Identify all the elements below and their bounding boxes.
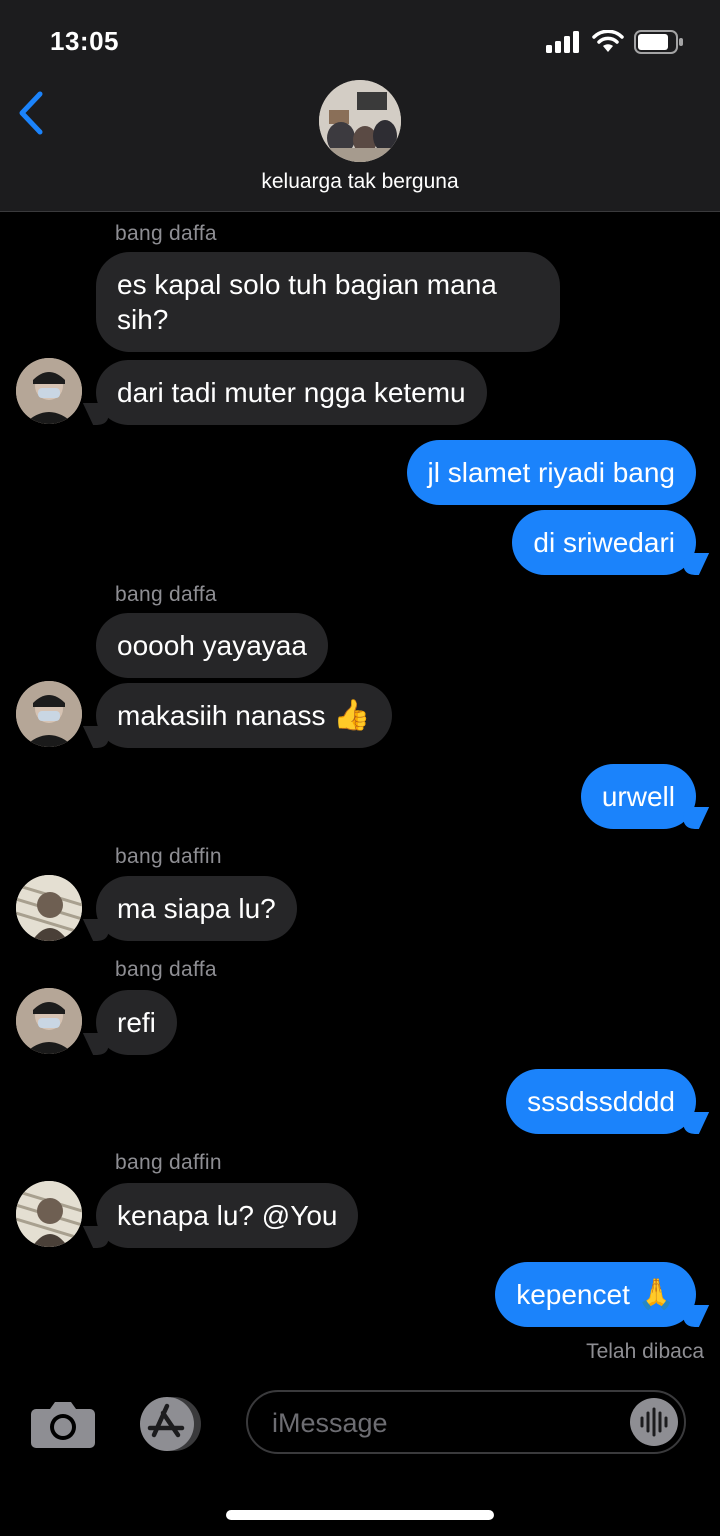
camera-icon xyxy=(31,1402,95,1448)
group-avatar[interactable] xyxy=(319,80,401,162)
message-bubble-incoming[interactable]: es kapal solo tuh bagian mana sih? xyxy=(96,252,560,352)
audio-waveform-icon xyxy=(640,1407,668,1437)
message-text: kepencet xyxy=(516,1279,630,1310)
camera-button[interactable] xyxy=(30,1399,96,1449)
message-bubble-outgoing[interactable]: kepencet 🙏 xyxy=(495,1262,696,1327)
sender-name: bang daffa xyxy=(115,222,217,245)
sender-name: bang daffin xyxy=(115,845,222,868)
home-indicator[interactable] xyxy=(226,1510,494,1520)
battery-icon xyxy=(634,30,683,54)
composer-toolbar xyxy=(0,1385,720,1465)
sender-name: bang daffa xyxy=(115,958,217,981)
message-bubble-outgoing[interactable]: sssdssdddd xyxy=(506,1069,696,1134)
message-bubble-outgoing[interactable]: jl slamet riyadi bang xyxy=(406,440,696,505)
thumbs-up-emoji: 👍 xyxy=(333,698,371,733)
avatar[interactable] xyxy=(16,681,82,747)
back-chevron-icon xyxy=(19,91,43,135)
message-bubble-incoming[interactable]: kenapa lu? @You xyxy=(96,1183,359,1248)
cellular-signal-icon xyxy=(546,31,579,53)
message-text: makasiih nanass xyxy=(117,700,326,731)
app-store-icon xyxy=(140,1397,201,1451)
sender-name: bang daffin xyxy=(115,1151,222,1174)
status-time: 13:05 xyxy=(50,26,119,56)
status-icons xyxy=(546,28,684,56)
status-bar: 13:05 xyxy=(0,0,720,80)
read-receipt: Telah dibaca xyxy=(586,1340,704,1363)
message-bubble-incoming[interactable]: ooooh yayayaa xyxy=(96,613,328,678)
imessage-input[interactable] xyxy=(270,1402,614,1444)
back-button[interactable] xyxy=(14,88,54,138)
message-bubble-incoming[interactable]: makasiih nanass 👍 xyxy=(96,683,392,748)
wifi-icon xyxy=(592,30,624,52)
message-input-field[interactable] xyxy=(246,1390,686,1454)
message-bubble-incoming[interactable]: ma siapa lu? xyxy=(96,876,297,941)
message-bubble-outgoing[interactable]: urwell xyxy=(580,764,696,829)
message-bubble-incoming[interactable]: dari tadi muter ngga ketemu xyxy=(96,360,487,425)
sender-name: bang daffa xyxy=(115,583,217,606)
avatar[interactable] xyxy=(16,875,82,941)
avatar[interactable] xyxy=(16,988,82,1054)
avatar[interactable] xyxy=(16,1181,82,1247)
folded-hands-emoji: 🙏 xyxy=(637,1277,675,1312)
app-store-button[interactable] xyxy=(134,1395,208,1453)
audio-message-button[interactable] xyxy=(630,1398,678,1446)
message-bubble-outgoing[interactable]: di sriwedari xyxy=(512,510,696,575)
avatar[interactable] xyxy=(16,358,82,424)
group-name[interactable]: keluarga tak berguna xyxy=(0,170,720,194)
